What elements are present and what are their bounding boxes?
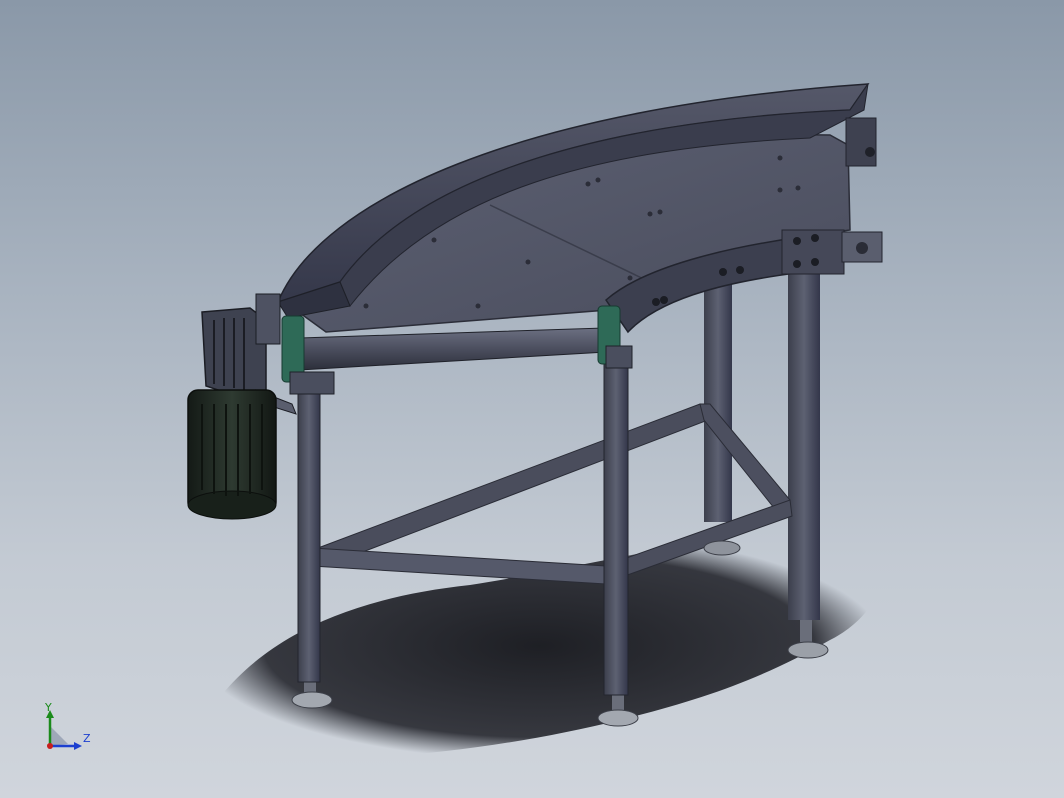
foot-pad (597, 709, 639, 727)
conveyor-model-view[interactable] (0, 0, 1064, 798)
z-axis-arrow-icon (74, 742, 82, 750)
triad-origin-icon (47, 743, 53, 749)
z-axis-label: Z (83, 732, 91, 745)
frame-brace-back (317, 403, 709, 567)
foot-stem (800, 620, 812, 642)
rear-roller-nut (865, 147, 875, 157)
foot-pad (703, 540, 741, 556)
motor-end-cap (187, 490, 277, 520)
drive-shaft (299, 327, 607, 371)
rear-roller-bracket (845, 117, 877, 167)
back-leg-middle (704, 282, 732, 522)
tensioner-nut (856, 242, 868, 254)
frame-brace-front (311, 547, 607, 585)
back-leg-right (788, 270, 820, 620)
front-leg-left (297, 391, 321, 683)
bearing-housing-left (289, 371, 335, 395)
triad-plane-icon (50, 726, 68, 746)
front-leg-right (603, 359, 629, 696)
cad-graphics-viewport[interactable]: Y Z (0, 0, 1064, 798)
y-axis-label: Y (45, 701, 52, 714)
foot-pad (787, 641, 829, 659)
gearbox-flange (255, 293, 281, 345)
foot-pad (291, 691, 333, 709)
bearing-housing-right (605, 345, 633, 369)
